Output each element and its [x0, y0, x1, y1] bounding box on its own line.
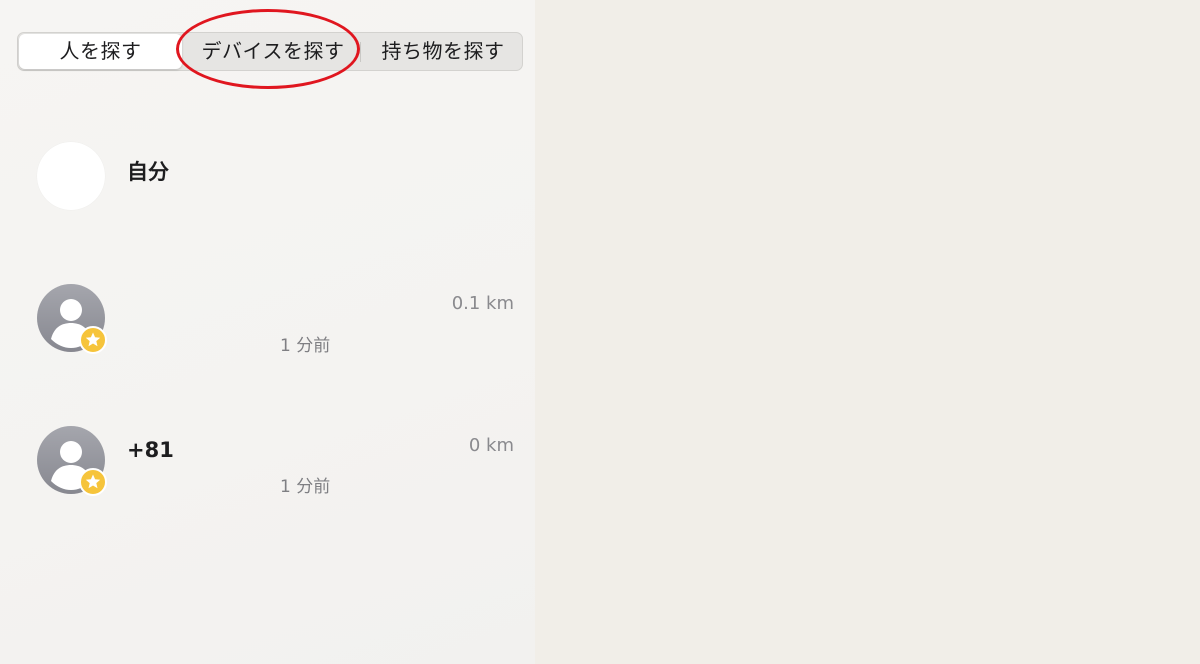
map-view[interactable]: [535, 0, 1200, 664]
tab-devices[interactable]: デバイスを探す: [190, 33, 356, 70]
list-item-person[interactable]: +81 0 km 1 分前: [0, 426, 535, 526]
distance-label: 0.1 km: [451, 293, 514, 314]
distance-label: 0 km: [468, 435, 514, 456]
list-item-person[interactable]: 0.1 km 1 分前: [0, 284, 535, 384]
person-placeholder-icon: [37, 426, 107, 496]
find-my-window: 人を探す デバイスを探す 持ち物を探す 自分 0.1 km 1 分前 +81 0…: [0, 0, 1200, 664]
sidebar: 人を探す デバイスを探す 持ち物を探す 自分 0.1 km 1 分前 +81 0…: [0, 0, 535, 664]
last-seen-time: 1 分前: [280, 477, 331, 497]
person-placeholder-icon: [37, 284, 107, 354]
star-icon: [79, 326, 107, 354]
segment-divider: [360, 42, 361, 62]
tab-segmented-control: 人を探す デバイスを探す 持ち物を探す: [17, 32, 523, 71]
avatar: [37, 142, 105, 210]
last-seen-time: 1 分前: [280, 336, 331, 356]
tab-people[interactable]: 人を探す: [19, 34, 182, 69]
list-item-me[interactable]: 自分: [0, 142, 535, 242]
person-name: +81: [127, 438, 174, 462]
tab-items[interactable]: 持ち物を探す: [364, 33, 522, 70]
person-name: 自分: [127, 160, 169, 184]
star-icon: [79, 468, 107, 496]
